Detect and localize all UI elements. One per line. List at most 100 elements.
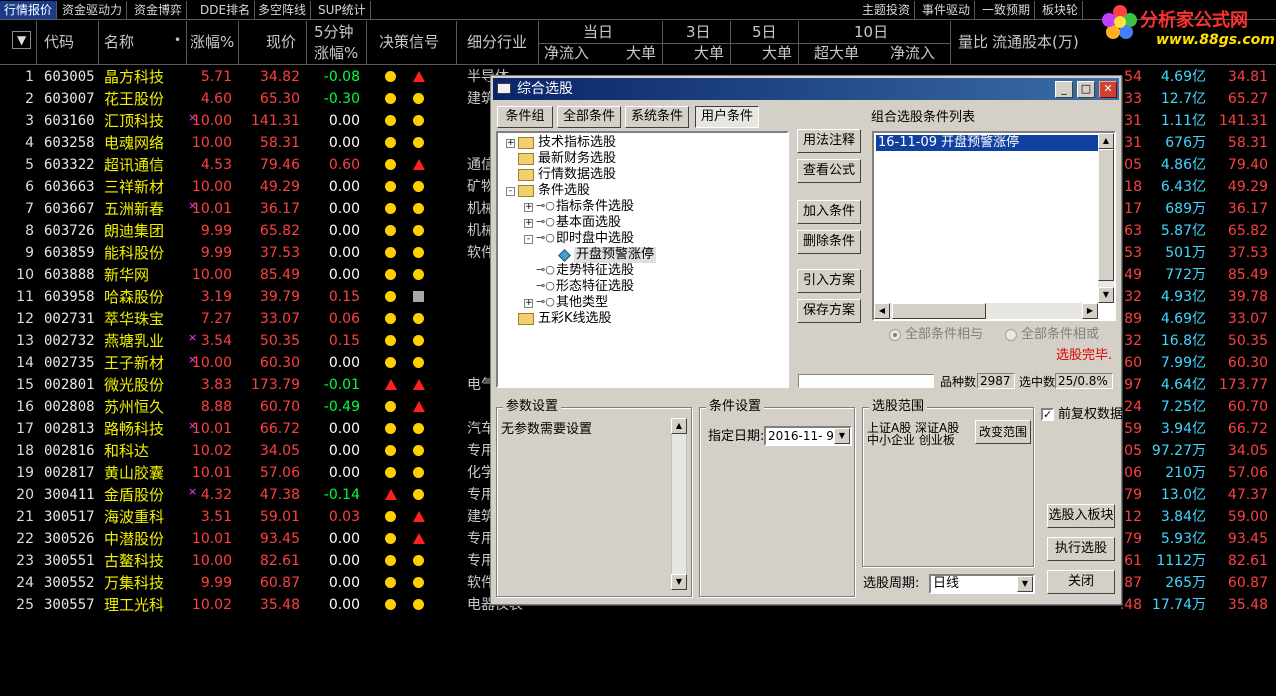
tree-node[interactable]: 开盘预警涨停 — [574, 247, 657, 263]
row-number: 6 — [25, 179, 34, 195]
yellow-dot-icon — [413, 423, 424, 434]
save-plan-button[interactable]: 保存方案 — [797, 299, 861, 323]
close-window-button[interactable]: ✕ — [1099, 81, 1117, 98]
col-big2[interactable]: 大单 — [694, 43, 724, 63]
scroll-left-icon[interactable]: ◀ — [874, 303, 890, 319]
col-industry[interactable]: 细分行业 — [467, 32, 527, 52]
tree-node[interactable]: 走势特征选股 — [556, 263, 634, 279]
stock-last: 60.30 — [1227, 355, 1268, 371]
tab-system-conditions[interactable]: 系统条件 — [625, 106, 689, 128]
signal-dot-icon — [413, 313, 424, 324]
col-net-in2[interactable]: 净流入 — [890, 43, 935, 63]
col-pct[interactable]: 涨幅% — [190, 32, 234, 52]
chevron-down-icon[interactable]: ▼ — [834, 428, 850, 444]
col-signal[interactable]: 决策信号 — [379, 32, 439, 52]
scroll-thumb[interactable] — [1098, 149, 1114, 281]
expand-icon[interactable]: + — [506, 139, 515, 148]
condition-tree[interactable]: + 技术指标选股 最新财务选股 行情数据选股 - 条件选股 + ⊸○ 指标条件选股 + ⊸○ 基本面选… — [496, 131, 789, 388]
scroll-down-icon[interactable]: ▼ — [1098, 287, 1114, 303]
stock-float-cap: 3.94亿 — [1160, 421, 1206, 437]
radio-or[interactable] — [1005, 329, 1017, 341]
tree-node[interactable]: 最新财务选股 — [538, 151, 616, 167]
tree-node[interactable]: 形态特征选股 — [556, 279, 634, 295]
execute-button[interactable]: 执行选股 — [1047, 537, 1115, 561]
scroll-up-icon[interactable]: ▲ — [671, 418, 687, 434]
condition-list-item[interactable]: 16-11-09 开盘预警涨停 — [876, 135, 1098, 151]
top-tab-5[interactable]: SUP统计 — [314, 1, 371, 19]
col-code[interactable]: 代码 — [44, 32, 74, 52]
stock-float-cap: 97.27万 — [1151, 443, 1206, 459]
minimize-button[interactable]: _ — [1055, 81, 1073, 98]
delete-condition-button[interactable]: 删除条件 — [797, 230, 861, 254]
add-condition-button[interactable]: 加入条件 — [797, 200, 861, 224]
tree-node[interactable]: 五彩K线选股 — [538, 311, 612, 327]
hscroll-thumb[interactable] — [892, 303, 986, 319]
list-vscrollbar[interactable]: ▲ ▼ — [1098, 133, 1114, 303]
tree-node[interactable]: 技术指标选股 — [538, 135, 616, 151]
usage-button[interactable]: 用法注释 — [797, 129, 861, 153]
stock-float-cap: 16.8亿 — [1160, 333, 1206, 349]
scroll-up-icon[interactable]: ▲ — [1098, 133, 1114, 149]
col-5min-bottom[interactable]: 涨幅% — [314, 43, 358, 63]
list-hscrollbar[interactable]: ◀ ▶ — [874, 303, 1098, 319]
top-tab-4[interactable]: 多空阵线 — [254, 1, 312, 19]
yellow-dot-icon — [385, 115, 396, 126]
col-price[interactable]: 现价 — [266, 32, 296, 52]
top-tab-3[interactable]: DDE排名 — [196, 1, 256, 19]
stock-float-cap: 7.25亿 — [1160, 399, 1206, 415]
param-scrollbar[interactable]: ▲ ▼ — [671, 418, 687, 590]
col-vol-ratio[interactable]: 量比 — [958, 32, 988, 52]
top-tab-6[interactable]: 主题投资 — [858, 1, 916, 19]
tree-node[interactable]: 其他类型 — [556, 295, 608, 311]
tab-all-conditions[interactable]: 全部条件 — [557, 106, 621, 128]
col-big3[interactable]: 大单 — [762, 43, 792, 63]
tree-node[interactable]: 指标条件选股 — [556, 199, 634, 215]
col-big1[interactable]: 大单 — [626, 43, 656, 63]
scroll-down-icon[interactable]: ▼ — [671, 574, 687, 590]
col-float-cap[interactable]: 流通股本(万) — [992, 32, 1079, 52]
dialog-titlebar[interactable]: 综合选股 _ □ ✕ — [493, 78, 1119, 100]
date-picker[interactable]: 2016-11- 9 ▼ — [764, 426, 852, 446]
expand-icon[interactable]: + — [524, 203, 533, 212]
tab-condition-group[interactable]: 条件组 — [497, 106, 553, 128]
period-select[interactable]: 日线 ▼ — [929, 574, 1035, 594]
expand-icon[interactable]: + — [524, 219, 533, 228]
top-tab-1[interactable]: 资金驱动力 — [58, 1, 128, 19]
col-5min-top[interactable]: 5分钟 — [314, 22, 354, 42]
stock-code: 002801 — [44, 377, 95, 393]
stock-pct: 10.01 — [191, 531, 232, 547]
to-block-button[interactable]: 选股入板块 — [1047, 504, 1115, 528]
collapse-icon[interactable]: - — [524, 235, 533, 244]
stock-last: 79.40 — [1227, 157, 1268, 173]
scroll-right-icon[interactable]: ▶ — [1082, 303, 1098, 319]
collapse-icon[interactable]: - — [506, 187, 515, 196]
range-group-title: 选股范围 — [869, 399, 928, 415]
condition-list[interactable]: 16-11-09 开盘预警涨停 ▲ ▼ ◀ ▶ — [872, 131, 1116, 321]
tree-node[interactable]: 条件选股 — [538, 183, 590, 199]
yellow-dot-icon — [385, 159, 396, 170]
import-plan-button[interactable]: 引入方案 — [797, 269, 861, 293]
top-tab-8[interactable]: 一致预期 — [978, 1, 1036, 19]
gray-square-icon — [413, 291, 424, 302]
expand-icon[interactable]: + — [524, 299, 533, 308]
top-tab-9[interactable]: 板块轮 — [1038, 1, 1084, 19]
chevron-down-icon[interactable]: ▼ — [1017, 576, 1033, 592]
stock-float-cap: 772万 — [1165, 267, 1206, 283]
col-net-in[interactable]: 净流入 — [544, 43, 589, 63]
fq-checkbox[interactable]: ✓ — [1041, 408, 1054, 421]
top-tab-2[interactable]: 资金博弈 — [130, 1, 188, 19]
tree-node[interactable]: 即时盘中选股 — [556, 231, 634, 247]
col-name[interactable]: 名称 — [104, 32, 134, 52]
tree-node[interactable]: 行情数据选股 — [538, 167, 616, 183]
tree-node[interactable]: 基本面选股 — [556, 215, 621, 231]
radio-and[interactable] — [889, 329, 901, 341]
col-super-big[interactable]: 超大单 — [814, 43, 859, 63]
top-tab-7[interactable]: 事件驱动 — [918, 1, 976, 19]
change-range-button[interactable]: 改变范围 — [975, 420, 1031, 444]
close-button[interactable]: 关闭 — [1047, 570, 1115, 594]
top-tab-0[interactable]: 行情报价 — [0, 1, 58, 19]
view-formula-button[interactable]: 查看公式 — [797, 159, 861, 183]
maximize-button[interactable]: □ — [1077, 81, 1095, 98]
tab-user-conditions[interactable]: 用户条件 — [695, 106, 759, 128]
column-menu-button[interactable]: ▼ — [12, 31, 32, 49]
